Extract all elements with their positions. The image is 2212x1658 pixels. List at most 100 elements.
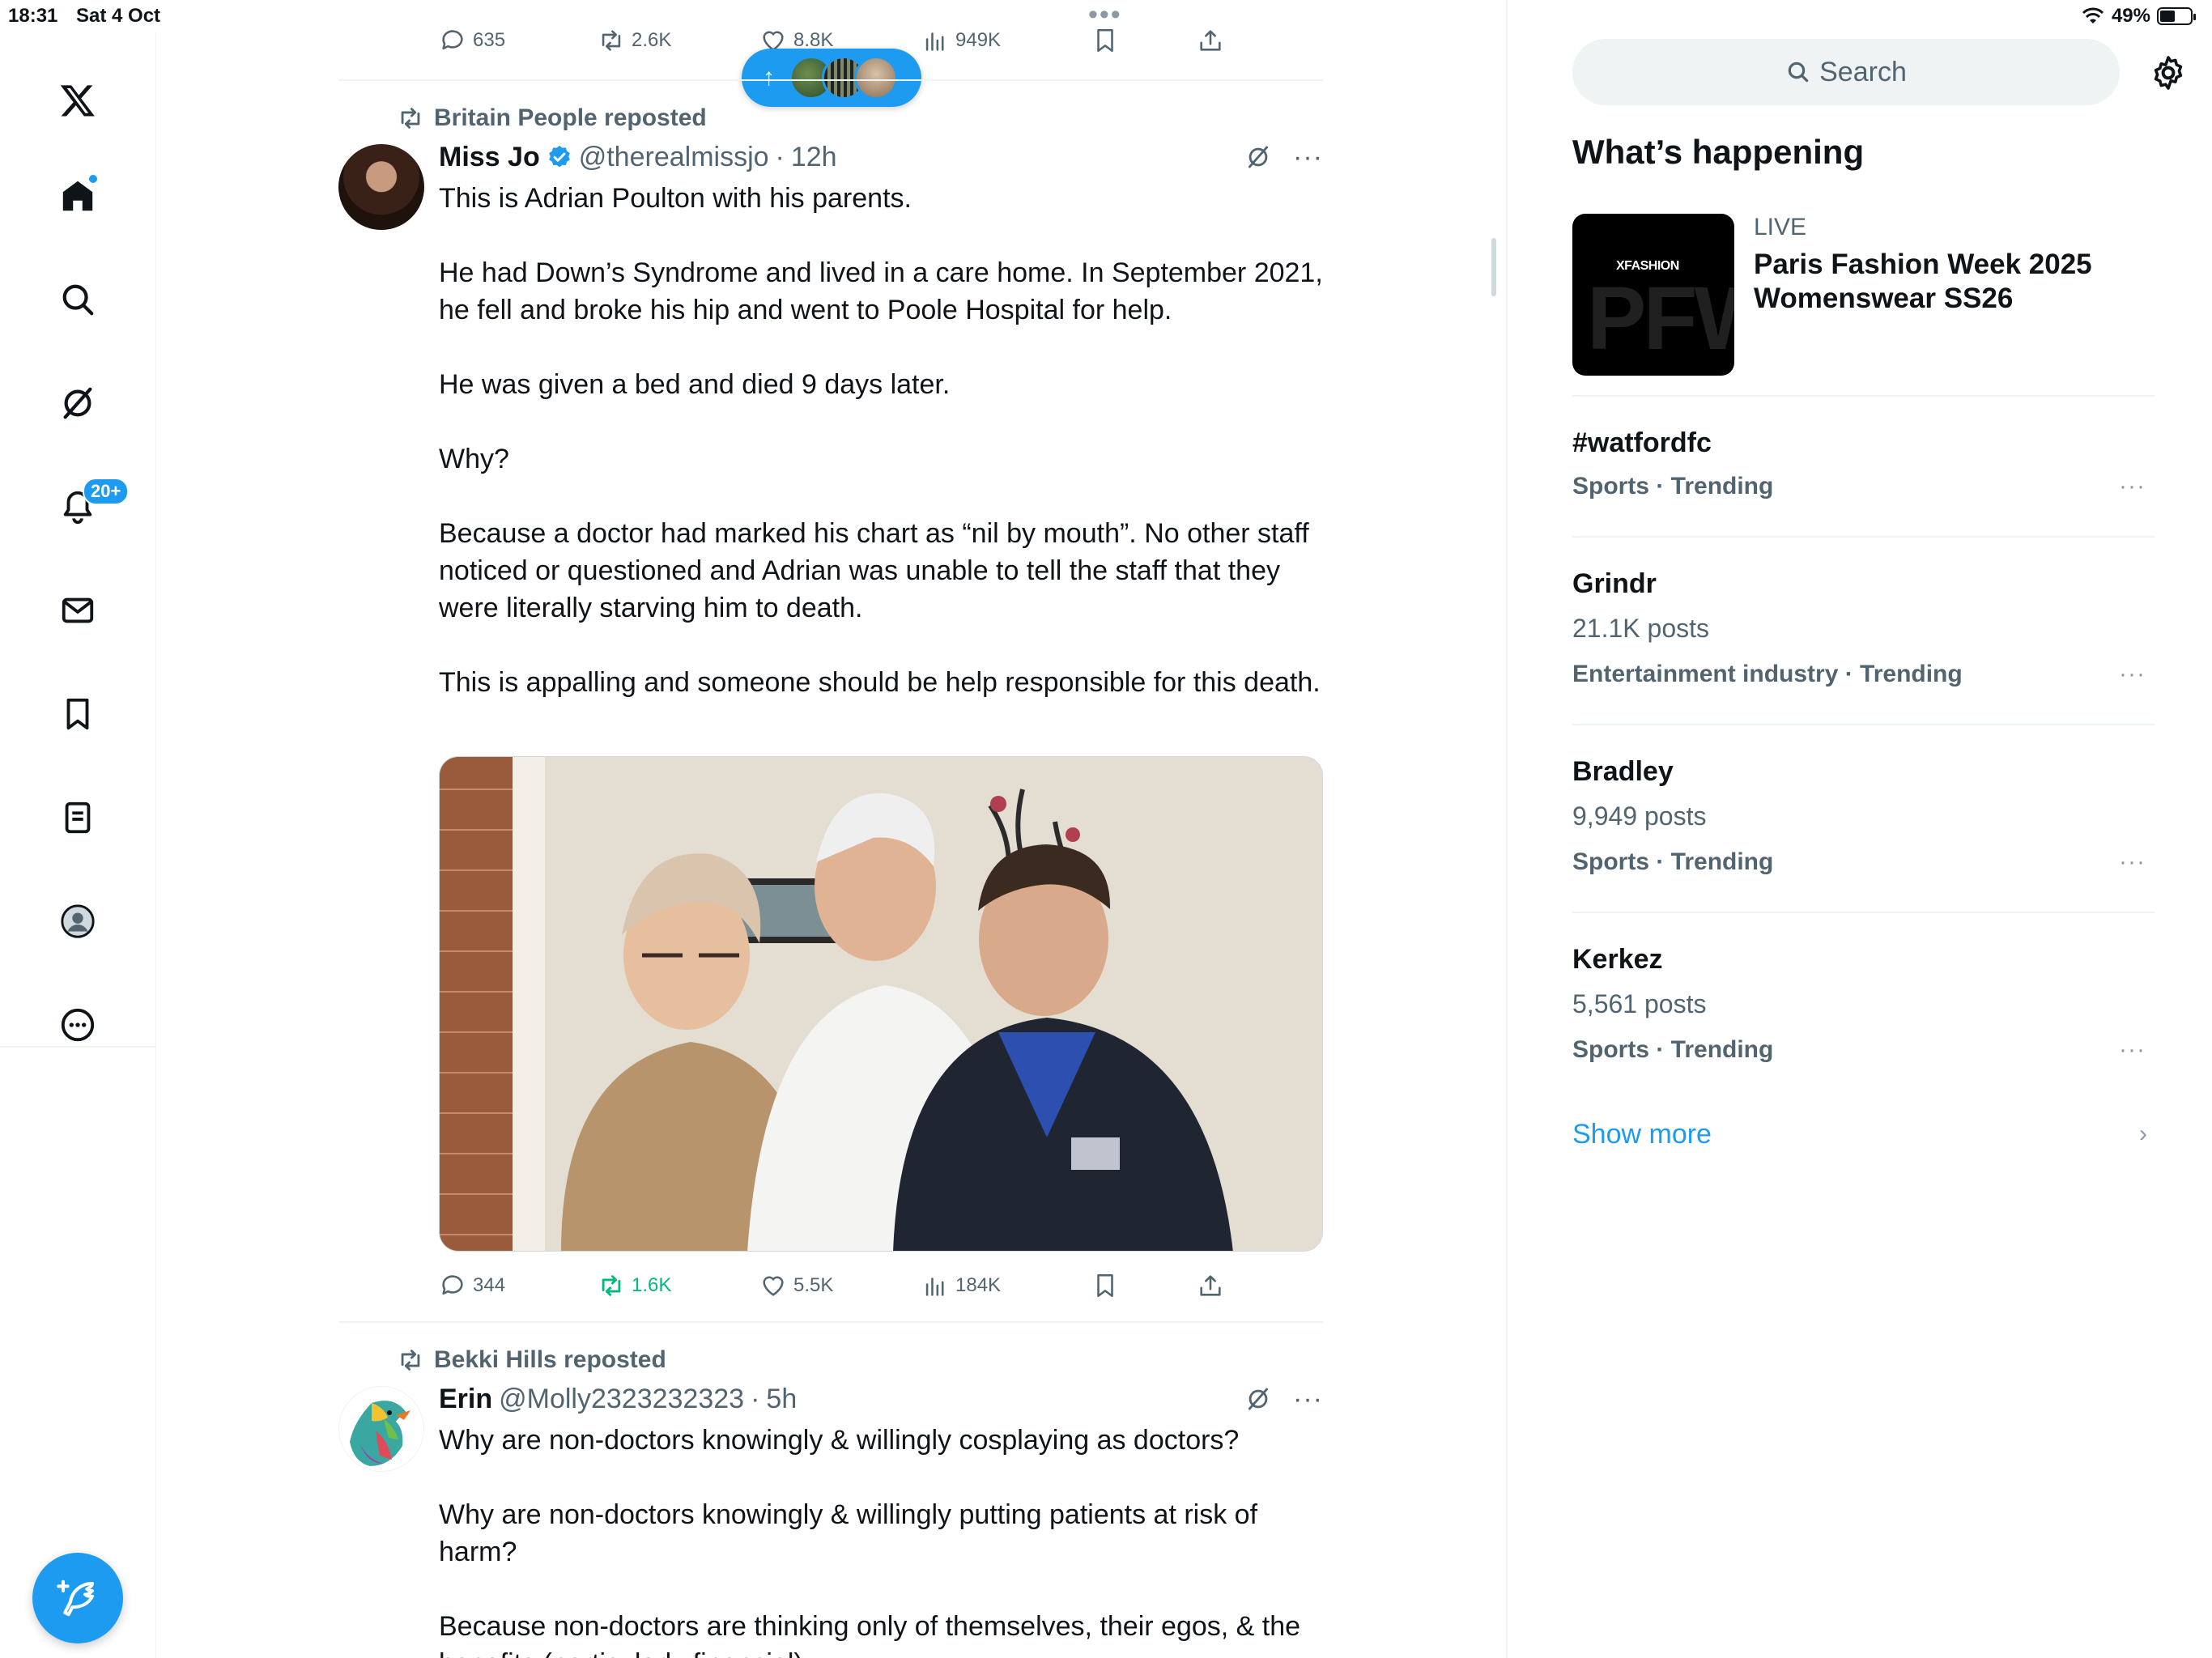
trend-item[interactable]: #watfordfc Sports · Trending ···	[1572, 427, 2155, 525]
profile-icon	[61, 904, 95, 938]
views-button[interactable]: 184K	[921, 1268, 1001, 1303]
reply-icon	[442, 30, 463, 50]
repost-icon	[602, 30, 621, 51]
share-button[interactable]	[1197, 23, 1224, 58]
tweet-time[interactable]: 5h	[766, 1384, 797, 1415]
repost-context-text: Bekki Hills reposted	[434, 1346, 666, 1373]
thumbnail-logo: XFASHION	[1616, 259, 1679, 273]
more-options-icon[interactable]: ···	[2119, 848, 2146, 876]
drag-handle-dots[interactable]: •••	[1088, 1, 1122, 28]
more-options-icon[interactable]: ···	[2119, 1036, 2146, 1064]
live-event-title: Paris Fashion Week 2025 Womenswear SS26	[1754, 249, 2092, 314]
like-button[interactable]: 5.5K	[759, 1268, 833, 1303]
tweet-menu: ···	[1244, 139, 1323, 175]
more-options-icon[interactable]: ···	[1293, 1385, 1323, 1413]
tweet-paragraph: Why are non-doctors knowingly & willingl…	[439, 1425, 1240, 1456]
repost-button[interactable]: 1.6K	[598, 1268, 671, 1303]
tweet-paragraph: He had Down’s Syndrome and lived in a ca…	[439, 257, 1323, 325]
grok-icon	[63, 387, 92, 419]
live-event-thumbnail: PFW XFASHION	[1572, 214, 1734, 376]
author-handle[interactable]: @therealmissjo	[579, 142, 769, 173]
feed-scrollbar[interactable]	[1491, 238, 1496, 296]
trend-item[interactable]: Bradley 9,949 posts Sports · Trending ··…	[1572, 756, 2155, 886]
avatar[interactable]	[338, 1386, 424, 1472]
live-event-card[interactable]: PFW XFASHION LIVE Paris Fashion Week 202…	[1572, 214, 2155, 376]
repost-context: Britain People reposted	[397, 102, 707, 134]
search-icon	[62, 284, 94, 316]
eagle-avatar-image	[350, 1401, 410, 1466]
views-chart-icon	[925, 32, 944, 51]
reply-button[interactable]: 635	[439, 23, 505, 58]
home-unread-dot	[87, 173, 99, 185]
family-photo-image	[440, 757, 1322, 1251]
tweet-photo[interactable]	[439, 756, 1323, 1252]
divider	[1572, 395, 2155, 397]
trend-post-count: 5,561 posts	[1572, 989, 1707, 1018]
show-more-link[interactable]: Show more	[1572, 1119, 1712, 1150]
bookmark-icon	[66, 698, 89, 730]
compose-button[interactable]	[32, 1553, 123, 1643]
nav-home[interactable]	[45, 164, 110, 228]
nav-lists[interactable]	[45, 785, 110, 850]
grok-icon[interactable]	[1244, 143, 1272, 171]
bookmark-button[interactable]	[1091, 1268, 1119, 1303]
author-name[interactable]: Miss Jo	[439, 142, 540, 173]
repost-count: 2.6K	[632, 29, 672, 51]
nav-bookmarks[interactable]	[45, 682, 110, 746]
notifications-badge: 20+	[83, 478, 130, 505]
x-logo-icon[interactable]	[45, 68, 110, 133]
nav-profile[interactable]	[45, 889, 110, 954]
nav-divider	[0, 1046, 156, 1048]
nav-more[interactable]	[45, 993, 110, 1057]
tweet-actions: 344 1.6K 5.5K 184K	[439, 1268, 1249, 1303]
tweet-paragraph: Because non-doctors are thinking only of…	[439, 1611, 1301, 1658]
like-count: 5.5K	[793, 1274, 834, 1296]
trend-post-count: 9,949 posts	[1572, 801, 1707, 831]
reply-icon	[442, 1275, 463, 1295]
trend-item[interactable]: Kerkez 5,561 posts Sports · Trending ···	[1572, 944, 2155, 1073]
status-time: 18:31	[8, 5, 58, 27]
more-options-icon[interactable]: ···	[2119, 661, 2146, 688]
search-input[interactable]: Search	[1572, 39, 2120, 105]
more-options-icon[interactable]: ···	[2119, 473, 2146, 500]
grok-icon[interactable]	[1244, 1385, 1272, 1413]
more-circle-icon	[61, 1008, 95, 1042]
nav-notifications[interactable]: 20+	[45, 474, 130, 539]
trend-item[interactable]: Grindr 21.1K posts Entertainment industr…	[1572, 568, 2155, 698]
left-nav: 20+	[0, 32, 156, 1658]
divider	[1572, 724, 2155, 725]
tweet-paragraph: He was given a bed and died 9 days later…	[439, 369, 951, 400]
reply-button[interactable]: 344	[439, 1268, 505, 1303]
views-button[interactable]: 949K	[921, 23, 1001, 58]
share-button[interactable]	[1197, 1268, 1224, 1303]
nav-explore[interactable]	[45, 267, 110, 332]
nav-messages[interactable]	[45, 578, 110, 643]
repost-button[interactable]: 2.6K	[598, 23, 671, 58]
trend-name: Bradley	[1572, 756, 1674, 787]
new-posts-avatars	[789, 56, 898, 100]
divider	[1572, 536, 2155, 538]
gear-icon[interactable]	[2149, 53, 2188, 92]
author-name[interactable]: Erin	[439, 1384, 492, 1415]
more-options-icon[interactable]: ···	[1293, 143, 1323, 171]
bookmark-icon	[1097, 28, 1113, 53]
tweet-paragraph: Why?	[439, 444, 509, 474]
author-handle[interactable]: @Molly2323232323	[499, 1384, 744, 1415]
trend-name: #watfordfc	[1572, 427, 1712, 458]
avatar[interactable]	[338, 144, 424, 230]
trend-name: Grindr	[1572, 568, 1657, 599]
reply-count: 635	[473, 29, 506, 51]
compose-feather-icon	[57, 1579, 95, 1617]
chevron-right-icon[interactable]: ›	[2139, 1120, 2147, 1148]
separator: ·	[751, 1383, 760, 1414]
tweet-paragraph: Why are non-doctors knowingly & willingl…	[439, 1499, 1258, 1567]
divider	[1572, 912, 2155, 913]
tweet-time[interactable]: 12h	[791, 142, 837, 173]
trend-meta: Entertainment industry · Trending	[1572, 661, 1963, 687]
new-posts-pill[interactable]: ↑	[742, 49, 921, 107]
trend-name: Kerkez	[1572, 944, 1663, 975]
right-sidebar: Search What’s happening PFW XFASHION LIV…	[1506, 0, 2212, 1658]
nav-grok[interactable]	[45, 371, 110, 436]
mail-icon	[62, 597, 94, 623]
tweet-paragraph: This is appalling and someone should be …	[439, 667, 1321, 698]
